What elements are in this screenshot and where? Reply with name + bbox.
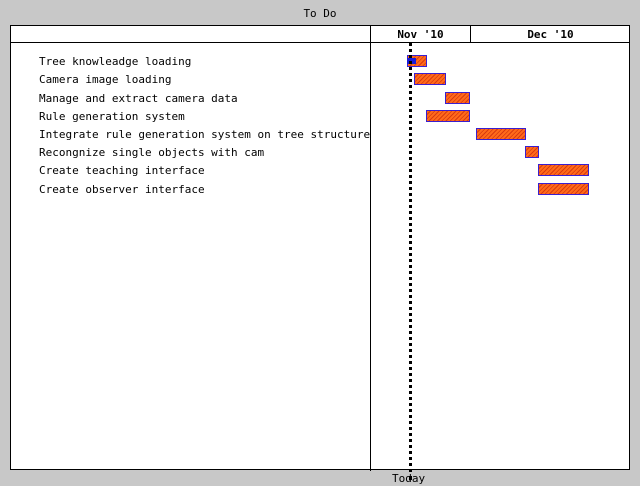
task-bar[interactable]	[476, 128, 526, 140]
task-bar[interactable]	[538, 183, 589, 195]
task-label[interactable]: Tree knowleadge loading	[39, 55, 191, 69]
today-marker-line	[409, 42, 412, 480]
task-bar[interactable]	[426, 110, 470, 122]
task-bar[interactable]	[525, 146, 539, 158]
task-bar[interactable]	[414, 73, 446, 85]
window-title: To Do	[303, 7, 337, 20]
month-label-nov: Nov '10	[397, 28, 444, 41]
task-label[interactable]: Create observer interface	[39, 183, 205, 197]
task-column-divider	[370, 26, 371, 471]
task-bar[interactable]	[538, 164, 589, 176]
today-marker-label: Today	[392, 472, 426, 485]
task-label[interactable]: Manage and extract camera data	[39, 92, 238, 106]
task-label[interactable]: Integrate rule generation system on tree…	[39, 128, 370, 142]
month-label-dec: Dec '10	[527, 28, 574, 41]
task-label[interactable]: Create teaching interface	[39, 164, 205, 178]
header-divider	[11, 42, 629, 43]
task-label[interactable]: Camera image loading	[39, 73, 171, 87]
task-label[interactable]: Rule generation system	[39, 110, 185, 124]
task-bar[interactable]	[445, 92, 470, 104]
task-label[interactable]: Recongnize single objects with cam	[39, 146, 264, 160]
